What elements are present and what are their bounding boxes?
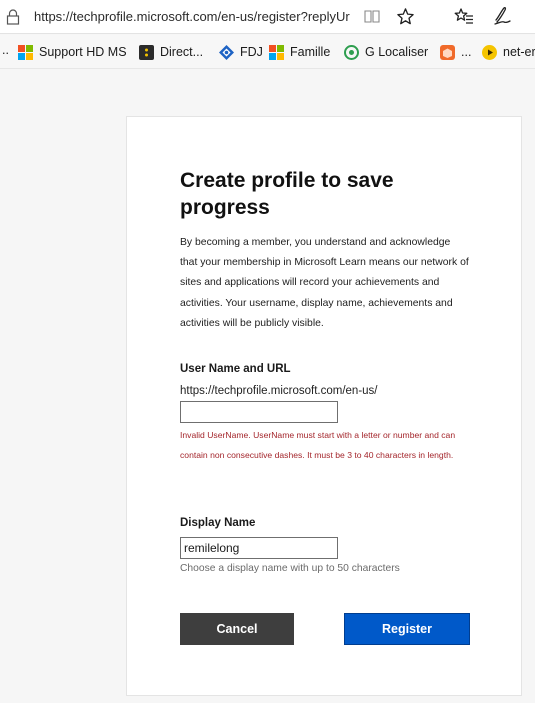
bookmark-fdj[interactable]: FDJ: [219, 44, 263, 60]
dark-app-icon: [139, 44, 154, 60]
diamond-logo-icon: [219, 44, 234, 60]
bookmarks-overflow[interactable]: ..: [2, 43, 9, 57]
favorites-list-icon[interactable]: [454, 7, 474, 26]
display-name-label: Display Name: [180, 517, 256, 529]
windows-logo-icon: [18, 44, 33, 60]
bookmark-orange[interactable]: ...: [440, 44, 471, 60]
username-input[interactable]: [180, 401, 338, 423]
url-field[interactable]: https://techprofile.microsoft.com/en-us/…: [34, 9, 354, 24]
username-error: Invalid UserName. UserName must start wi…: [180, 430, 456, 460]
reading-view-icon[interactable]: [364, 9, 380, 24]
bookmarks-bar: .. Support HD MS Direct... FDJ Famille G…: [0, 35, 535, 69]
membership-notice: By becoming a member, you understand and…: [180, 237, 469, 329]
windows-logo-icon: [269, 44, 284, 60]
green-circle-icon: [344, 44, 359, 60]
bookmark-g-localiser[interactable]: G Localiser: [344, 44, 428, 60]
register-button[interactable]: Register: [344, 613, 470, 645]
cancel-button[interactable]: Cancel: [180, 613, 294, 645]
register-card: Create profile to save progress By becom…: [126, 116, 522, 696]
bookmark-direct[interactable]: Direct...: [139, 44, 203, 60]
profile-url-prefix: https://techprofile.microsoft.com/en-us/: [180, 385, 378, 397]
bookmark-net[interactable]: net-er: [482, 44, 535, 60]
bookmark-famille[interactable]: Famille: [269, 44, 330, 60]
bookmark-support-hd-ms[interactable]: Support HD MS: [18, 44, 127, 60]
notes-pen-icon[interactable]: [493, 6, 511, 26]
address-bar: https://techprofile.microsoft.com/en-us/…: [0, 0, 535, 34]
yellow-play-icon: [482, 44, 497, 60]
lock-icon: [6, 9, 20, 25]
favorite-star-icon[interactable]: [396, 7, 415, 26]
display-name-hint: Choose a display name with up to 50 char…: [180, 563, 400, 574]
orange-box-icon: [440, 44, 455, 60]
display-name-input[interactable]: [180, 537, 338, 559]
page-title: Create profile to save progress: [180, 169, 394, 219]
username-label: User Name and URL: [180, 363, 291, 375]
